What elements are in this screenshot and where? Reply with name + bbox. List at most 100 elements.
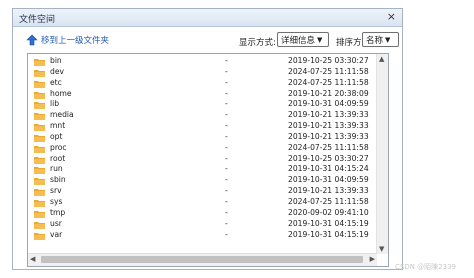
file-name: etc xyxy=(50,77,62,87)
file-name: tmp xyxy=(50,207,66,217)
file-size: - xyxy=(225,56,228,65)
file-date: 2024-07-25 11:11:58 xyxy=(288,142,369,152)
folder-icon xyxy=(34,59,45,66)
file-size: - xyxy=(225,218,228,228)
file-date: 2019-10-21 20:38:09 xyxy=(288,88,369,98)
folder-icon xyxy=(34,69,45,77)
file-date: 2019-10-25 03:30:27 xyxy=(288,153,369,163)
file-size: - xyxy=(225,164,228,174)
folder-icon xyxy=(34,232,45,240)
file-date: 2019-10-31 04:09:59 xyxy=(288,175,369,185)
file-size: - xyxy=(225,66,228,76)
file-name: lib xyxy=(50,99,60,109)
folder-icon xyxy=(34,221,45,229)
file-name: srv xyxy=(50,186,62,196)
folder-icon xyxy=(34,102,45,110)
file-list: bin - 2019-10-25 03:30:27 dev - 2024-07-25 11… xyxy=(27,53,389,267)
file-date: 2019-10-21 13:39:33 xyxy=(288,121,369,131)
file-size: - xyxy=(225,121,228,131)
chevron-down-icon: ▼ xyxy=(385,35,391,44)
file-row[interactable]: etc - 2024-07-25 11:11:58 xyxy=(28,78,378,89)
watermark: CSDN @陌陳2339 xyxy=(395,263,456,271)
scroll-up-icon[interactable]: ▲ xyxy=(379,55,384,63)
file-date: 2024-07-25 11:11:58 xyxy=(288,196,369,206)
toolbar: 移到上一级文件夹 显示方式: 详细信息 ▼ 排序方式: 名称 ▼ xyxy=(13,27,402,53)
horizontal-scroll-thumb[interactable] xyxy=(41,256,363,263)
file-space-dialog: 文件空间 × 移到上一级文件夹 显示方式: 详细信息 ▼ 排序方式: 名称 ▼ … xyxy=(12,8,403,270)
file-date: 2019-10-31 04:15:24 xyxy=(288,164,369,174)
folder-icon xyxy=(34,113,45,121)
file-name: dev xyxy=(50,66,64,76)
file-row[interactable]: proc - 2024-07-25 11:11:58 xyxy=(28,143,378,154)
file-size: - xyxy=(225,99,228,109)
file-date: 2019-10-21 13:39:33 xyxy=(288,110,369,120)
folder-icon xyxy=(34,80,45,88)
file-date: 2019-10-25 03:30:27 xyxy=(288,56,369,65)
display-mode-select[interactable]: 详细信息 ▼ xyxy=(277,32,329,47)
scroll-right-icon[interactable]: ▶ xyxy=(370,255,375,263)
file-name: var xyxy=(50,229,63,239)
file-name: sbin xyxy=(50,175,66,185)
file-row[interactable]: media - 2019-10-21 13:39:33 xyxy=(28,110,378,121)
file-size: - xyxy=(225,207,228,217)
scroll-down-icon[interactable]: ▼ xyxy=(379,245,384,253)
file-name: mnt xyxy=(50,121,66,131)
file-row[interactable]: sbin - 2019-10-31 04:09:59 xyxy=(28,175,378,186)
file-name: proc xyxy=(50,142,67,152)
folder-icon xyxy=(34,156,45,164)
file-name: sys xyxy=(50,196,63,206)
file-row[interactable]: home - 2019-10-21 20:38:09 xyxy=(28,89,378,100)
file-name: root xyxy=(50,153,66,163)
file-row[interactable]: var - 2019-10-31 04:15:19 xyxy=(28,230,378,241)
up-folder-button[interactable]: 移到上一级文件夹 xyxy=(26,34,109,46)
folder-icon xyxy=(34,199,45,207)
file-rows: bin - 2019-10-25 03:30:27 dev - 2024-07-25 11… xyxy=(28,56,378,240)
file-size: - xyxy=(225,142,228,152)
display-mode-label: 显示方式: xyxy=(239,38,276,48)
folder-icon xyxy=(34,167,45,175)
file-date: 2019-10-21 13:39:33 xyxy=(288,131,369,141)
file-row[interactable]: tmp - 2020-09-02 09:41:10 xyxy=(28,208,378,219)
file-size: - xyxy=(225,131,228,141)
folder-icon xyxy=(34,134,45,142)
file-row[interactable]: dev - 2024-07-25 11:11:58 xyxy=(28,67,378,78)
sort-mode-select[interactable]: 名称 ▼ xyxy=(362,32,399,47)
file-name: home xyxy=(50,88,72,98)
file-name: media xyxy=(50,110,74,120)
up-arrow-icon xyxy=(26,34,38,46)
file-row[interactable]: usr - 2019-10-31 04:15:19 xyxy=(28,219,378,230)
file-size: - xyxy=(225,196,228,206)
file-date: 2019-10-31 04:09:59 xyxy=(288,99,369,109)
file-date: 2020-09-02 09:41:10 xyxy=(288,207,369,217)
display-mode-value: 详细信息 xyxy=(281,35,316,46)
file-size: - xyxy=(225,175,228,185)
file-date: 2019-10-31 04:15:19 xyxy=(288,218,369,228)
file-date: 2019-10-31 04:15:19 xyxy=(288,229,369,239)
file-size: - xyxy=(225,77,228,87)
file-row[interactable]: srv - 2019-10-21 13:39:33 xyxy=(28,186,378,197)
folder-icon xyxy=(34,210,45,218)
file-name: bin xyxy=(50,56,62,65)
file-row[interactable]: sys - 2024-07-25 11:11:58 xyxy=(28,197,378,208)
folder-icon xyxy=(34,178,45,186)
close-icon[interactable]: × xyxy=(387,10,396,23)
file-row[interactable]: lib - 2019-10-31 04:09:59 xyxy=(28,99,378,110)
file-size: - xyxy=(225,153,228,163)
folder-icon xyxy=(34,189,45,197)
up-folder-label: 移到上一级文件夹 xyxy=(41,36,110,46)
file-size: - xyxy=(225,186,228,196)
file-row[interactable]: mnt - 2019-10-21 13:39:33 xyxy=(28,121,378,132)
file-size: - xyxy=(225,110,228,120)
sort-mode-value: 名称 xyxy=(366,35,384,46)
vertical-scrollbar[interactable]: ▲ ▼ xyxy=(376,54,388,254)
file-row[interactable]: opt - 2019-10-21 13:39:33 xyxy=(28,132,378,143)
file-name: usr xyxy=(50,218,62,228)
file-row[interactable]: run - 2019-10-31 04:15:24 xyxy=(28,164,378,175)
file-row[interactable]: root - 2019-10-25 03:30:27 xyxy=(28,154,378,165)
file-row[interactable]: bin - 2019-10-25 03:30:27 xyxy=(28,56,378,67)
horizontal-scrollbar[interactable]: ◀ ▶ xyxy=(28,253,377,266)
scroll-left-icon[interactable]: ◀ xyxy=(30,255,35,263)
file-size: - xyxy=(225,88,228,98)
file-date: 2019-10-21 13:39:33 xyxy=(288,186,369,196)
file-size: - xyxy=(225,229,228,239)
